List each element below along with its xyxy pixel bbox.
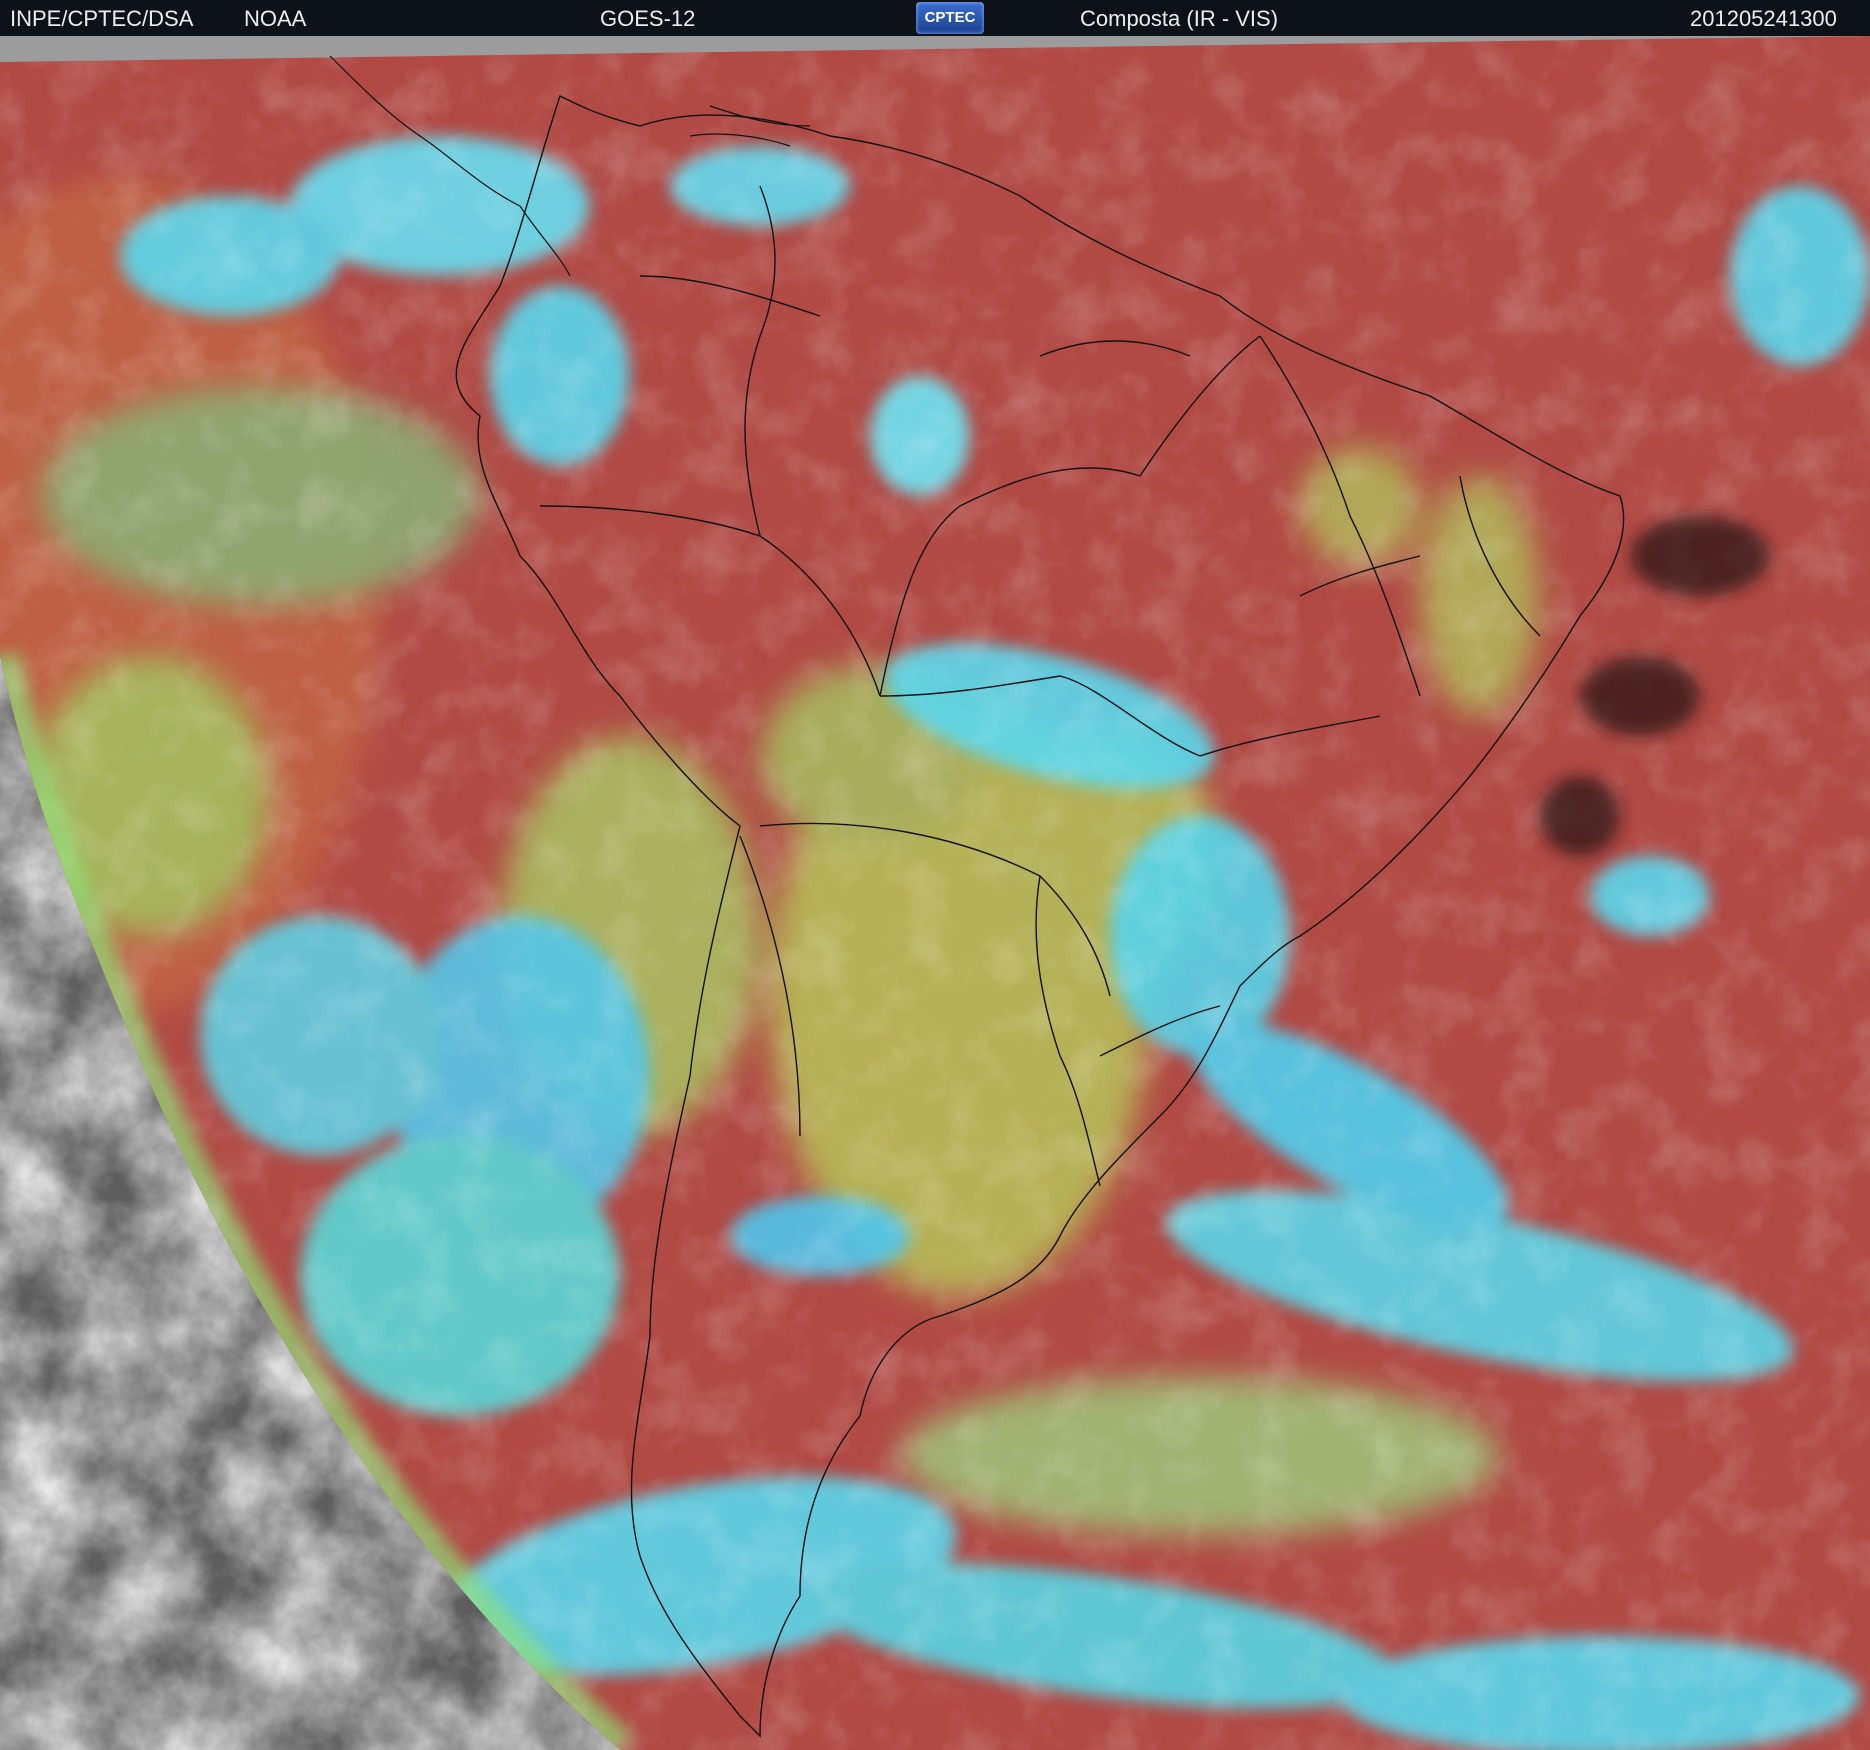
institution-label: INPE/CPTEC/DSA xyxy=(10,6,194,31)
satellite-image xyxy=(0,36,1870,1750)
satellite-composite xyxy=(0,36,1870,1750)
logo-text: CPTEC xyxy=(924,9,976,26)
satellite-label: GOES-12 xyxy=(600,6,696,31)
timestamp-label: 201205241300 xyxy=(1690,6,1837,31)
agency-label: NOAA xyxy=(244,6,307,31)
header-bar: INPE/CPTEC/DSA NOAA GOES-12 CPTEC Compos… xyxy=(0,0,1870,36)
product-label: Composta (IR - VIS) xyxy=(1080,6,1279,31)
cptec-logo: CPTEC xyxy=(916,2,984,34)
